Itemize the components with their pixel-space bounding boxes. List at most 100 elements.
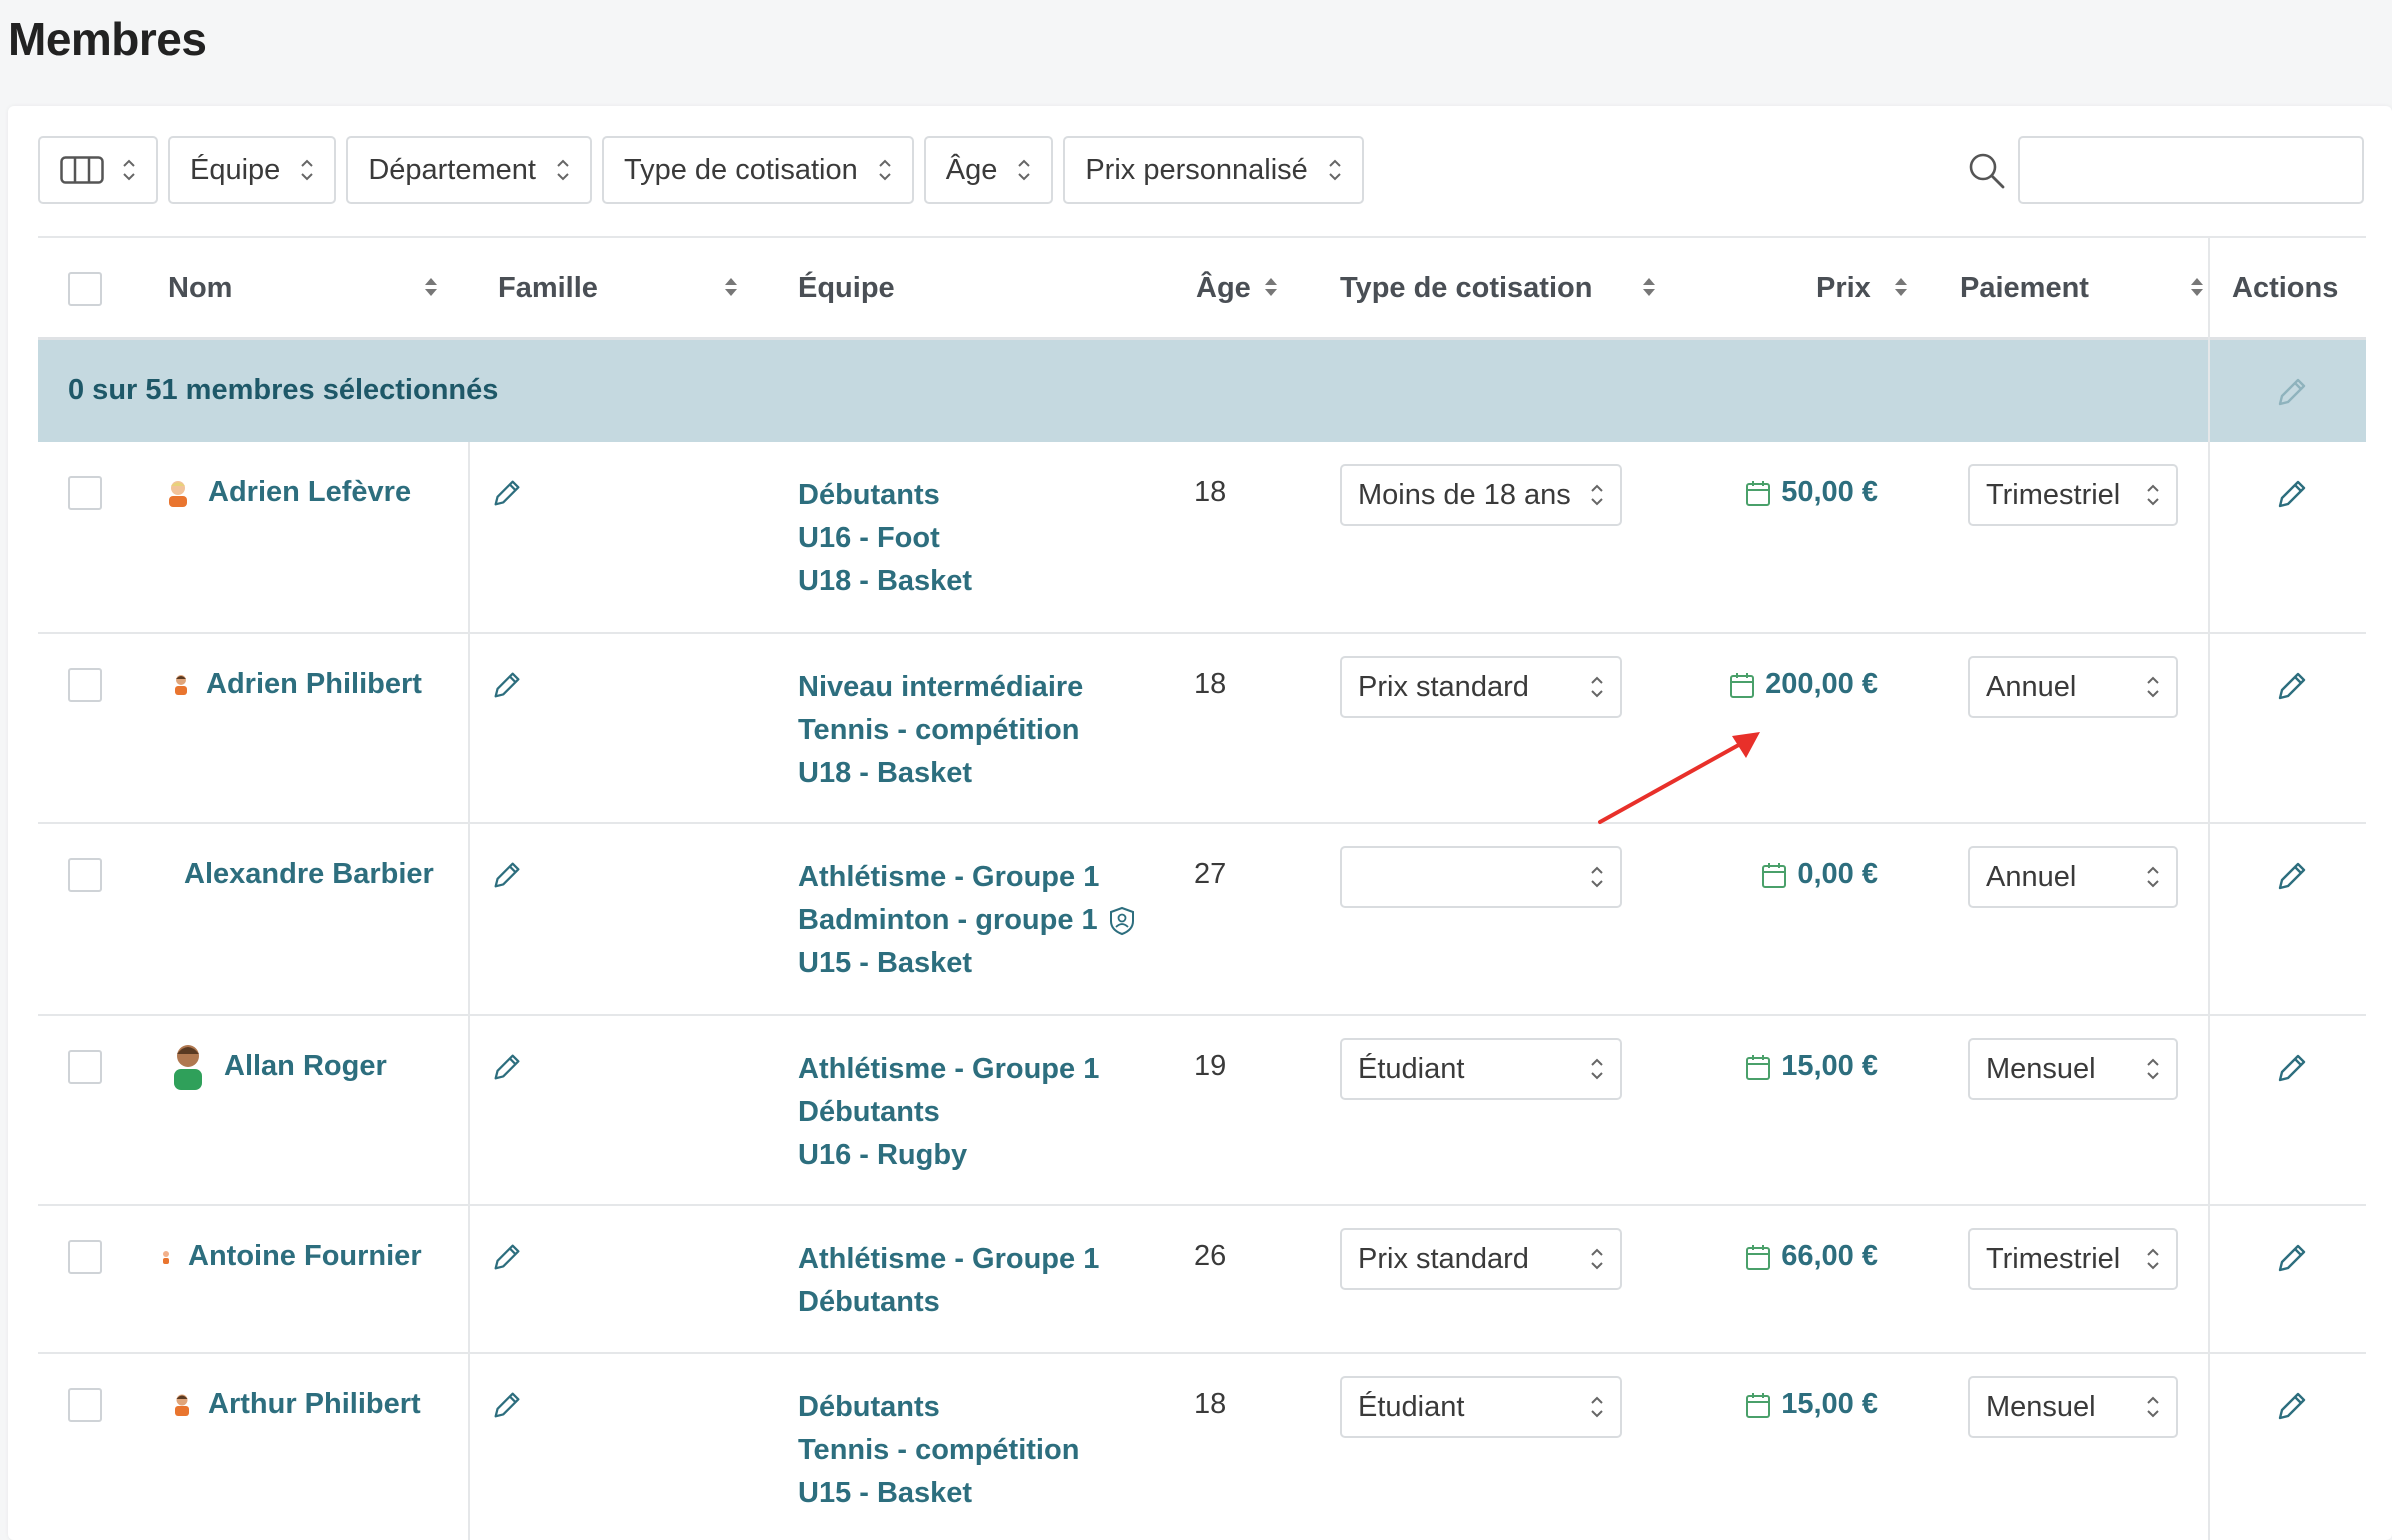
team-link-row: Badminton - groupe 1 xyxy=(798,899,1136,942)
team-link[interactable]: Badminton - groupe 1 xyxy=(798,899,1098,942)
team-link[interactable]: U18 - Basket xyxy=(798,752,1083,795)
team-link[interactable]: Athlétisme - Groupe 1 xyxy=(798,1048,1099,1091)
team-link[interactable]: Débutants xyxy=(798,1386,1079,1429)
team-link[interactable]: U16 - Rugby xyxy=(798,1134,1099,1177)
header-family[interactable]: Famille xyxy=(498,238,598,338)
edit-member-pencil-icon[interactable] xyxy=(2274,1050,2310,1086)
row-checkbox[interactable] xyxy=(68,1050,102,1084)
cotisation-select[interactable] xyxy=(1340,846,1622,908)
team-link[interactable]: Débutants xyxy=(798,474,972,517)
price-cell[interactable]: 15,00 € xyxy=(1745,1050,1878,1083)
price-cell[interactable]: 15,00 € xyxy=(1745,1388,1878,1421)
sort-icon[interactable] xyxy=(424,276,438,298)
payment-select[interactable]: Trimestriel xyxy=(1968,1228,2178,1290)
price-cell[interactable]: 66,00 € xyxy=(1745,1240,1878,1273)
chevron-updown-icon xyxy=(2147,1396,2159,1418)
table-header: Nom Famille Équipe Âge Type de cotisatio… xyxy=(38,236,2366,340)
table-row: Arthur Philibert Débutants Tennis - comp… xyxy=(38,1354,2366,1540)
header-age[interactable]: Âge xyxy=(1196,238,1251,338)
team-link[interactable]: Athlétisme - Groupe 1 xyxy=(798,1238,1099,1281)
team-link[interactable]: Niveau intermédiaire xyxy=(798,666,1083,709)
payment-select[interactable]: Mensuel xyxy=(1968,1038,2178,1100)
member-name-link[interactable]: Allan Roger xyxy=(170,1042,387,1090)
edit-member-pencil-icon[interactable] xyxy=(2274,476,2310,512)
filter-custom-price-button[interactable]: Prix personnalisé xyxy=(1063,136,1364,204)
family-edit-pencil-icon[interactable] xyxy=(490,668,524,702)
sort-icon[interactable] xyxy=(2190,276,2204,298)
row-checkbox[interactable] xyxy=(68,858,102,892)
price-cell[interactable]: 50,00 € xyxy=(1745,476,1878,509)
header-cotisation[interactable]: Type de cotisation xyxy=(1340,238,1592,338)
filter-team-button[interactable]: Équipe xyxy=(168,136,337,204)
row-checkbox[interactable] xyxy=(68,476,102,510)
chevron-updown-icon xyxy=(1591,1396,1603,1418)
filter-cotisation-type-button[interactable]: Type de cotisation xyxy=(601,136,914,204)
filter-age-button[interactable]: Âge xyxy=(923,136,1054,204)
team-list: Athlétisme - Groupe 1 Débutants U16 - Ru… xyxy=(798,1048,1099,1177)
cotisation-select[interactable]: Moins de 18 ans xyxy=(1340,464,1622,526)
header-price[interactable]: Prix xyxy=(1816,238,1871,338)
team-link[interactable]: Tennis - compétition xyxy=(798,1429,1079,1472)
team-link[interactable]: U18 - Basket xyxy=(798,560,972,603)
team-link[interactable]: Tennis - compétition xyxy=(798,709,1083,752)
header-name[interactable]: Nom xyxy=(168,238,232,338)
columns-toggle-button[interactable] xyxy=(38,136,158,204)
edit-member-pencil-icon[interactable] xyxy=(2274,1240,2310,1276)
team-list: Niveau intermédiaire Tennis - compétitio… xyxy=(798,666,1083,795)
cotisation-select[interactable]: Étudiant xyxy=(1340,1038,1622,1100)
search-input[interactable] xyxy=(2018,136,2364,204)
payment-select[interactable]: Annuel xyxy=(1968,656,2178,718)
edit-member-pencil-icon[interactable] xyxy=(2274,668,2310,704)
header-payment[interactable]: Paiement xyxy=(1960,238,2089,338)
chevron-updown-icon xyxy=(1591,866,1603,888)
cotisation-select[interactable]: Prix standard xyxy=(1340,656,1622,718)
avatar-icon xyxy=(175,674,187,695)
team-link[interactable]: Athlétisme - Groupe 1 xyxy=(798,856,1136,899)
sort-icon[interactable] xyxy=(1642,276,1656,298)
team-link[interactable]: Débutants xyxy=(798,1281,1099,1324)
table-row: Adrien Lefèvre Débutants U16 - Foot U18 … xyxy=(38,442,2366,634)
chevron-updown-icon xyxy=(557,159,569,181)
member-name-link[interactable]: Alexandre Barbier xyxy=(184,858,434,891)
chevron-updown-icon xyxy=(2147,676,2159,698)
annotation-arrow-icon xyxy=(1598,732,1760,824)
edit-member-pencil-icon[interactable] xyxy=(2274,1388,2310,1424)
search-icon[interactable] xyxy=(1966,150,2006,190)
member-name-link[interactable]: Adrien Lefèvre xyxy=(166,476,411,509)
member-name: Alexandre Barbier xyxy=(184,858,434,890)
sort-icon[interactable] xyxy=(1264,276,1278,298)
chevron-updown-icon xyxy=(2147,1248,2159,1270)
select-all-checkbox[interactable] xyxy=(68,272,102,306)
sort-icon[interactable] xyxy=(1894,276,1908,298)
member-name-link[interactable]: Arthur Philibert xyxy=(174,1388,421,1421)
price-cell[interactable]: 0,00 € xyxy=(1761,858,1878,891)
filter-department-button[interactable]: Département xyxy=(346,136,592,204)
team-link[interactable]: Débutants xyxy=(798,1091,1099,1134)
bulk-edit-pencil-icon[interactable] xyxy=(2274,374,2310,410)
member-age: 26 xyxy=(1194,1240,1227,1272)
family-edit-pencil-icon[interactable] xyxy=(490,476,524,510)
member-age: 27 xyxy=(1194,858,1227,890)
family-edit-pencil-icon[interactable] xyxy=(490,1388,524,1422)
family-edit-pencil-icon[interactable] xyxy=(490,858,524,892)
payment-select[interactable]: Annuel xyxy=(1968,846,2178,908)
sort-icon[interactable] xyxy=(724,276,738,298)
row-checkbox[interactable] xyxy=(68,1240,102,1274)
cotisation-select[interactable]: Prix standard xyxy=(1340,1228,1622,1290)
family-edit-pencil-icon[interactable] xyxy=(490,1050,524,1084)
family-edit-pencil-icon[interactable] xyxy=(490,1240,524,1274)
team-link[interactable]: U16 - Foot xyxy=(798,517,972,560)
payment-select[interactable]: Trimestriel xyxy=(1968,464,2178,526)
cotisation-select[interactable]: Étudiant xyxy=(1340,1376,1622,1438)
edit-member-pencil-icon[interactable] xyxy=(2274,858,2310,894)
member-name-link[interactable]: Adrien Philibert xyxy=(174,668,422,701)
row-checkbox[interactable] xyxy=(68,1388,102,1422)
row-checkbox[interactable] xyxy=(68,668,102,702)
calendar-icon xyxy=(1762,862,1787,888)
price-cell[interactable]: 200,00 € xyxy=(1729,668,1878,701)
member-name-link[interactable]: Antoine Fournier xyxy=(162,1240,422,1273)
price-value: 200,00 € xyxy=(1765,668,1878,700)
team-link[interactable]: U15 - Basket xyxy=(798,942,1136,985)
payment-select[interactable]: Mensuel xyxy=(1968,1376,2178,1438)
team-link[interactable]: U15 - Basket xyxy=(798,1472,1079,1515)
